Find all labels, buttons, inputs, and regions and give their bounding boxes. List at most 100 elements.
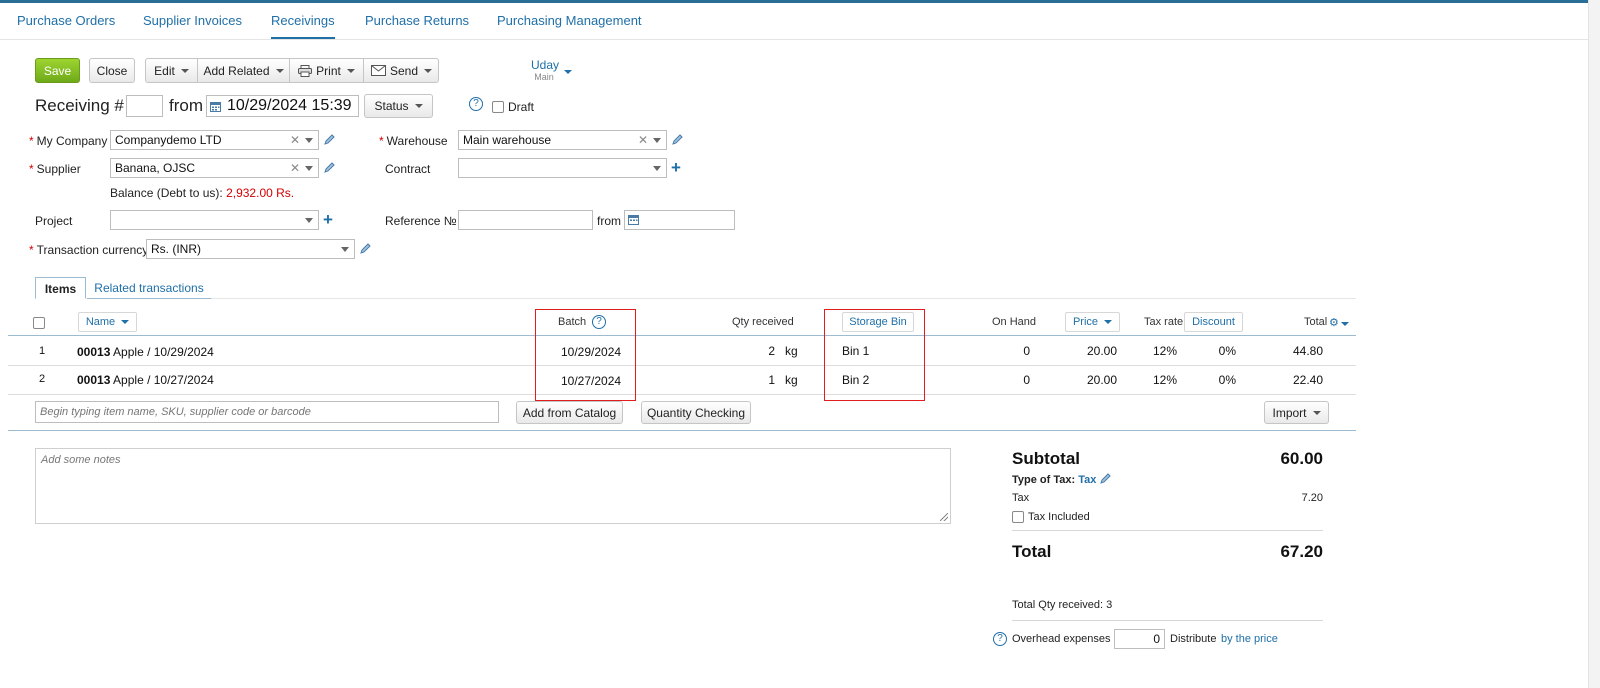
tab-divider bbox=[211, 298, 1356, 299]
overhead-expenses-input[interactable]: 0 bbox=[1114, 629, 1165, 649]
chevron-down-icon[interactable] bbox=[653, 138, 661, 143]
draft-checkbox[interactable] bbox=[492, 101, 504, 113]
item-name[interactable]: 00013 Apple / 10/27/2024 bbox=[77, 373, 214, 387]
price-cell[interactable]: 20.00 bbox=[1060, 344, 1117, 358]
tax-included-checkbox[interactable] bbox=[1012, 511, 1024, 523]
chevron-down-icon bbox=[424, 68, 433, 73]
receiving-number-input[interactable] bbox=[126, 95, 163, 117]
notes-textarea[interactable]: Add some notes bbox=[35, 448, 951, 524]
summary-divider bbox=[1012, 620, 1323, 621]
edit-button[interactable]: Edit bbox=[146, 59, 197, 82]
send-label: Send bbox=[389, 63, 419, 78]
add-from-catalog-button[interactable]: Add from Catalog bbox=[516, 401, 623, 424]
price-cell[interactable]: 20.00 bbox=[1060, 373, 1117, 387]
contract-select[interactable] bbox=[458, 158, 667, 178]
edit-pencil-icon[interactable] bbox=[360, 243, 371, 254]
tab-related-transactions[interactable]: Related transactions bbox=[87, 277, 211, 299]
chevron-down-icon[interactable] bbox=[305, 138, 313, 143]
batch-column-highlight bbox=[535, 309, 636, 401]
tab-purchasing-management[interactable]: Purchasing Management bbox=[497, 13, 642, 28]
chevron-down-icon bbox=[414, 104, 423, 108]
subtotal-value: 60.00 bbox=[1280, 449, 1323, 468]
total-cell: 44.80 bbox=[1292, 344, 1323, 358]
chevron-down-icon[interactable] bbox=[305, 218, 313, 223]
calendar-icon[interactable] bbox=[628, 214, 639, 225]
save-button[interactable]: Save bbox=[35, 58, 80, 83]
edit-pencil-icon[interactable] bbox=[1100, 473, 1111, 484]
edit-pencil-icon[interactable] bbox=[672, 134, 683, 145]
distribute-by-price-link[interactable]: by the price bbox=[1221, 633, 1278, 645]
help-icon[interactable]: ? bbox=[993, 632, 1007, 646]
storage-bin-column-highlight bbox=[824, 309, 925, 401]
tax-rate-cell[interactable]: 12% bbox=[1153, 344, 1177, 358]
import-button[interactable]: Import bbox=[1264, 401, 1329, 424]
print-label: Print bbox=[316, 63, 341, 78]
page-scrollbar[interactable] bbox=[1588, 0, 1600, 688]
name-column-sort[interactable]: Name bbox=[78, 312, 137, 332]
import-label: Import bbox=[1272, 405, 1307, 420]
tab-supplier-invoices[interactable]: Supplier Invoices bbox=[143, 13, 242, 28]
add-related-button[interactable]: Add Related bbox=[198, 59, 289, 82]
select-all-checkbox[interactable] bbox=[33, 317, 45, 329]
user-selector[interactable]: Uday Main bbox=[531, 58, 559, 82]
user-name: Uday bbox=[531, 58, 560, 72]
gear-icon[interactable]: ⚙ bbox=[1329, 316, 1349, 329]
reference-date-input[interactable] bbox=[624, 210, 735, 230]
currency-value: Rs. (INR) bbox=[151, 242, 201, 256]
send-button[interactable]: Send bbox=[364, 59, 439, 82]
type-of-tax: Type of Tax: Tax bbox=[1012, 474, 1097, 486]
project-select[interactable] bbox=[110, 210, 319, 230]
printer-icon bbox=[298, 64, 313, 77]
price-column-sort[interactable]: Price bbox=[1065, 312, 1120, 332]
clear-icon[interactable]: ✕ bbox=[638, 133, 648, 147]
quantity-checking-button[interactable]: Quantity Checking bbox=[641, 401, 751, 424]
clear-icon[interactable]: ✕ bbox=[290, 161, 300, 175]
calendar-icon[interactable] bbox=[210, 101, 221, 112]
discount-cell[interactable]: 0% bbox=[1200, 373, 1236, 387]
my-company-select[interactable]: Companydemo LTD ✕ bbox=[110, 130, 319, 150]
qty-cell[interactable]: 1 bbox=[740, 373, 775, 387]
tax-rate-cell[interactable]: 12% bbox=[1153, 373, 1177, 387]
tab-items[interactable]: Items bbox=[35, 277, 86, 299]
price-header: Price bbox=[1072, 316, 1099, 328]
edit-pencil-icon[interactable] bbox=[324, 134, 335, 145]
name-header: Name bbox=[85, 316, 116, 328]
action-button-group: Edit Add Related Print Send bbox=[145, 58, 439, 83]
resize-handle[interactable] bbox=[940, 513, 948, 521]
supplier-label: * Supplier bbox=[29, 162, 81, 176]
discount-header[interactable]: Discount bbox=[1184, 312, 1243, 332]
my-company-value: Companydemo LTD bbox=[115, 133, 222, 147]
chevron-down-icon[interactable] bbox=[341, 247, 349, 252]
item-search-input[interactable] bbox=[35, 401, 499, 423]
chevron-down-icon[interactable] bbox=[564, 70, 572, 74]
discount-cell[interactable]: 0% bbox=[1200, 344, 1236, 358]
tab-purchase-returns[interactable]: Purchase Returns bbox=[365, 13, 469, 28]
reference-input[interactable] bbox=[458, 210, 593, 230]
warehouse-select[interactable]: Main warehouse ✕ bbox=[458, 130, 667, 150]
clear-icon[interactable]: ✕ bbox=[290, 133, 300, 147]
help-icon[interactable]: ? bbox=[469, 97, 483, 111]
total-label: Total bbox=[1012, 542, 1052, 561]
type-of-tax-link[interactable]: Tax bbox=[1078, 474, 1096, 486]
chevron-down-icon[interactable] bbox=[653, 166, 661, 171]
item-name[interactable]: 00013 Apple / 10/29/2024 bbox=[77, 345, 214, 359]
receiving-date-input[interactable]: 10/29/2024 15:39 bbox=[206, 95, 359, 117]
row-divider bbox=[8, 365, 1356, 366]
add-project-plus-icon[interactable]: + bbox=[323, 211, 333, 228]
tab-purchase-orders[interactable]: Purchase Orders bbox=[17, 13, 115, 28]
status-button[interactable]: Status bbox=[364, 94, 433, 118]
section-divider bbox=[8, 430, 1356, 431]
tab-receivings[interactable]: Receivings bbox=[271, 13, 335, 39]
edit-label: Edit bbox=[154, 63, 175, 78]
close-button[interactable]: Close bbox=[89, 58, 135, 83]
add-contract-plus-icon[interactable]: + bbox=[671, 159, 681, 176]
print-button[interactable]: Print bbox=[290, 59, 363, 82]
envelope-icon bbox=[370, 65, 386, 76]
qty-cell[interactable]: 2 bbox=[740, 344, 775, 358]
row-number: 2 bbox=[39, 373, 46, 385]
project-label: Project bbox=[35, 214, 73, 228]
currency-select[interactable]: Rs. (INR) bbox=[146, 239, 355, 259]
supplier-select[interactable]: Banana, OJSC ✕ bbox=[110, 158, 319, 178]
chevron-down-icon[interactable] bbox=[305, 166, 313, 171]
edit-pencil-icon[interactable] bbox=[324, 162, 335, 173]
